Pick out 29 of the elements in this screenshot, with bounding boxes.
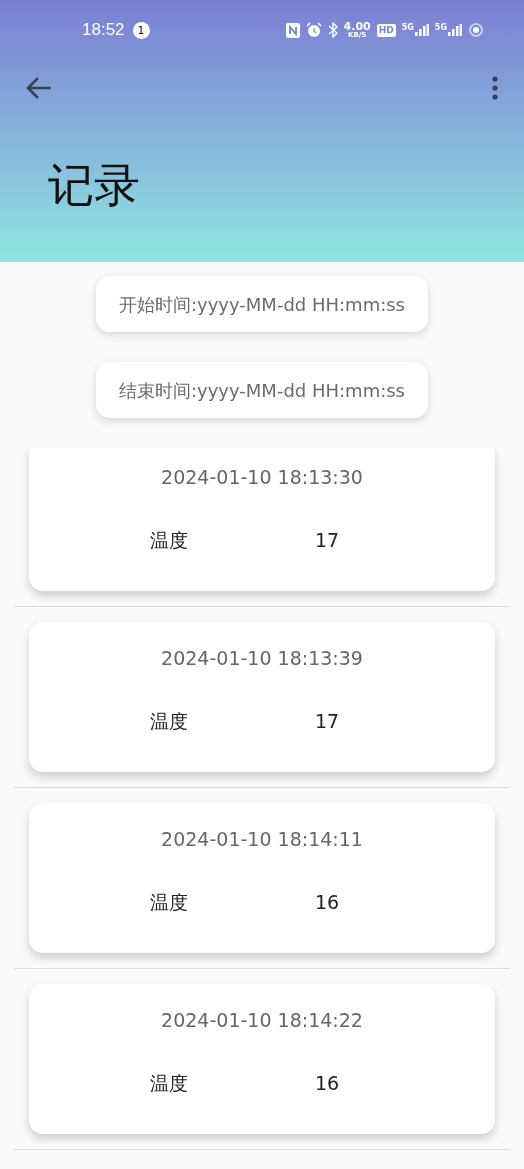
network-type: 5G	[401, 24, 414, 32]
record-value: 16	[313, 889, 341, 915]
record-time: 2024-01-10 18:14:11	[160, 827, 364, 852]
record-time: 2024-01-10 18:13:39	[160, 646, 364, 671]
nfc-icon	[285, 22, 300, 38]
alarm-icon	[305, 22, 322, 38]
page-title: 记录	[48, 156, 140, 214]
speed-value: 4.00	[343, 21, 371, 32]
record-value: 16	[313, 1070, 341, 1096]
record-time: 2024-01-10 18:13:30	[160, 465, 364, 490]
record-label: 温度	[149, 1070, 189, 1096]
more-options-icon[interactable]	[492, 76, 498, 100]
record-label: 温度	[149, 889, 189, 915]
record-time: 2024-01-10 18:14:22	[160, 1008, 364, 1033]
bluetooth-icon	[327, 22, 338, 38]
hd-badge: HD	[376, 23, 396, 37]
notification-badge: 1	[132, 21, 150, 39]
date-time-field[interactable]: 开始时间:yyyy-MM-dd HH:mm:ss	[96, 276, 428, 332]
battery-ring-icon	[468, 22, 484, 38]
signal-icon	[448, 24, 462, 36]
record-value: 17	[313, 527, 341, 553]
record-value: 17	[313, 708, 341, 734]
date-time-field[interactable]: 结束时间:yyyy-MM-dd HH:mm:ss	[96, 362, 428, 418]
record-label: 温度	[149, 527, 189, 553]
back-arrow-icon[interactable]	[26, 76, 52, 100]
signal-icon	[414, 24, 429, 36]
status-time: 18:52	[82, 19, 125, 42]
network-type: 5G	[434, 24, 447, 32]
record-label: 温度	[149, 708, 189, 734]
